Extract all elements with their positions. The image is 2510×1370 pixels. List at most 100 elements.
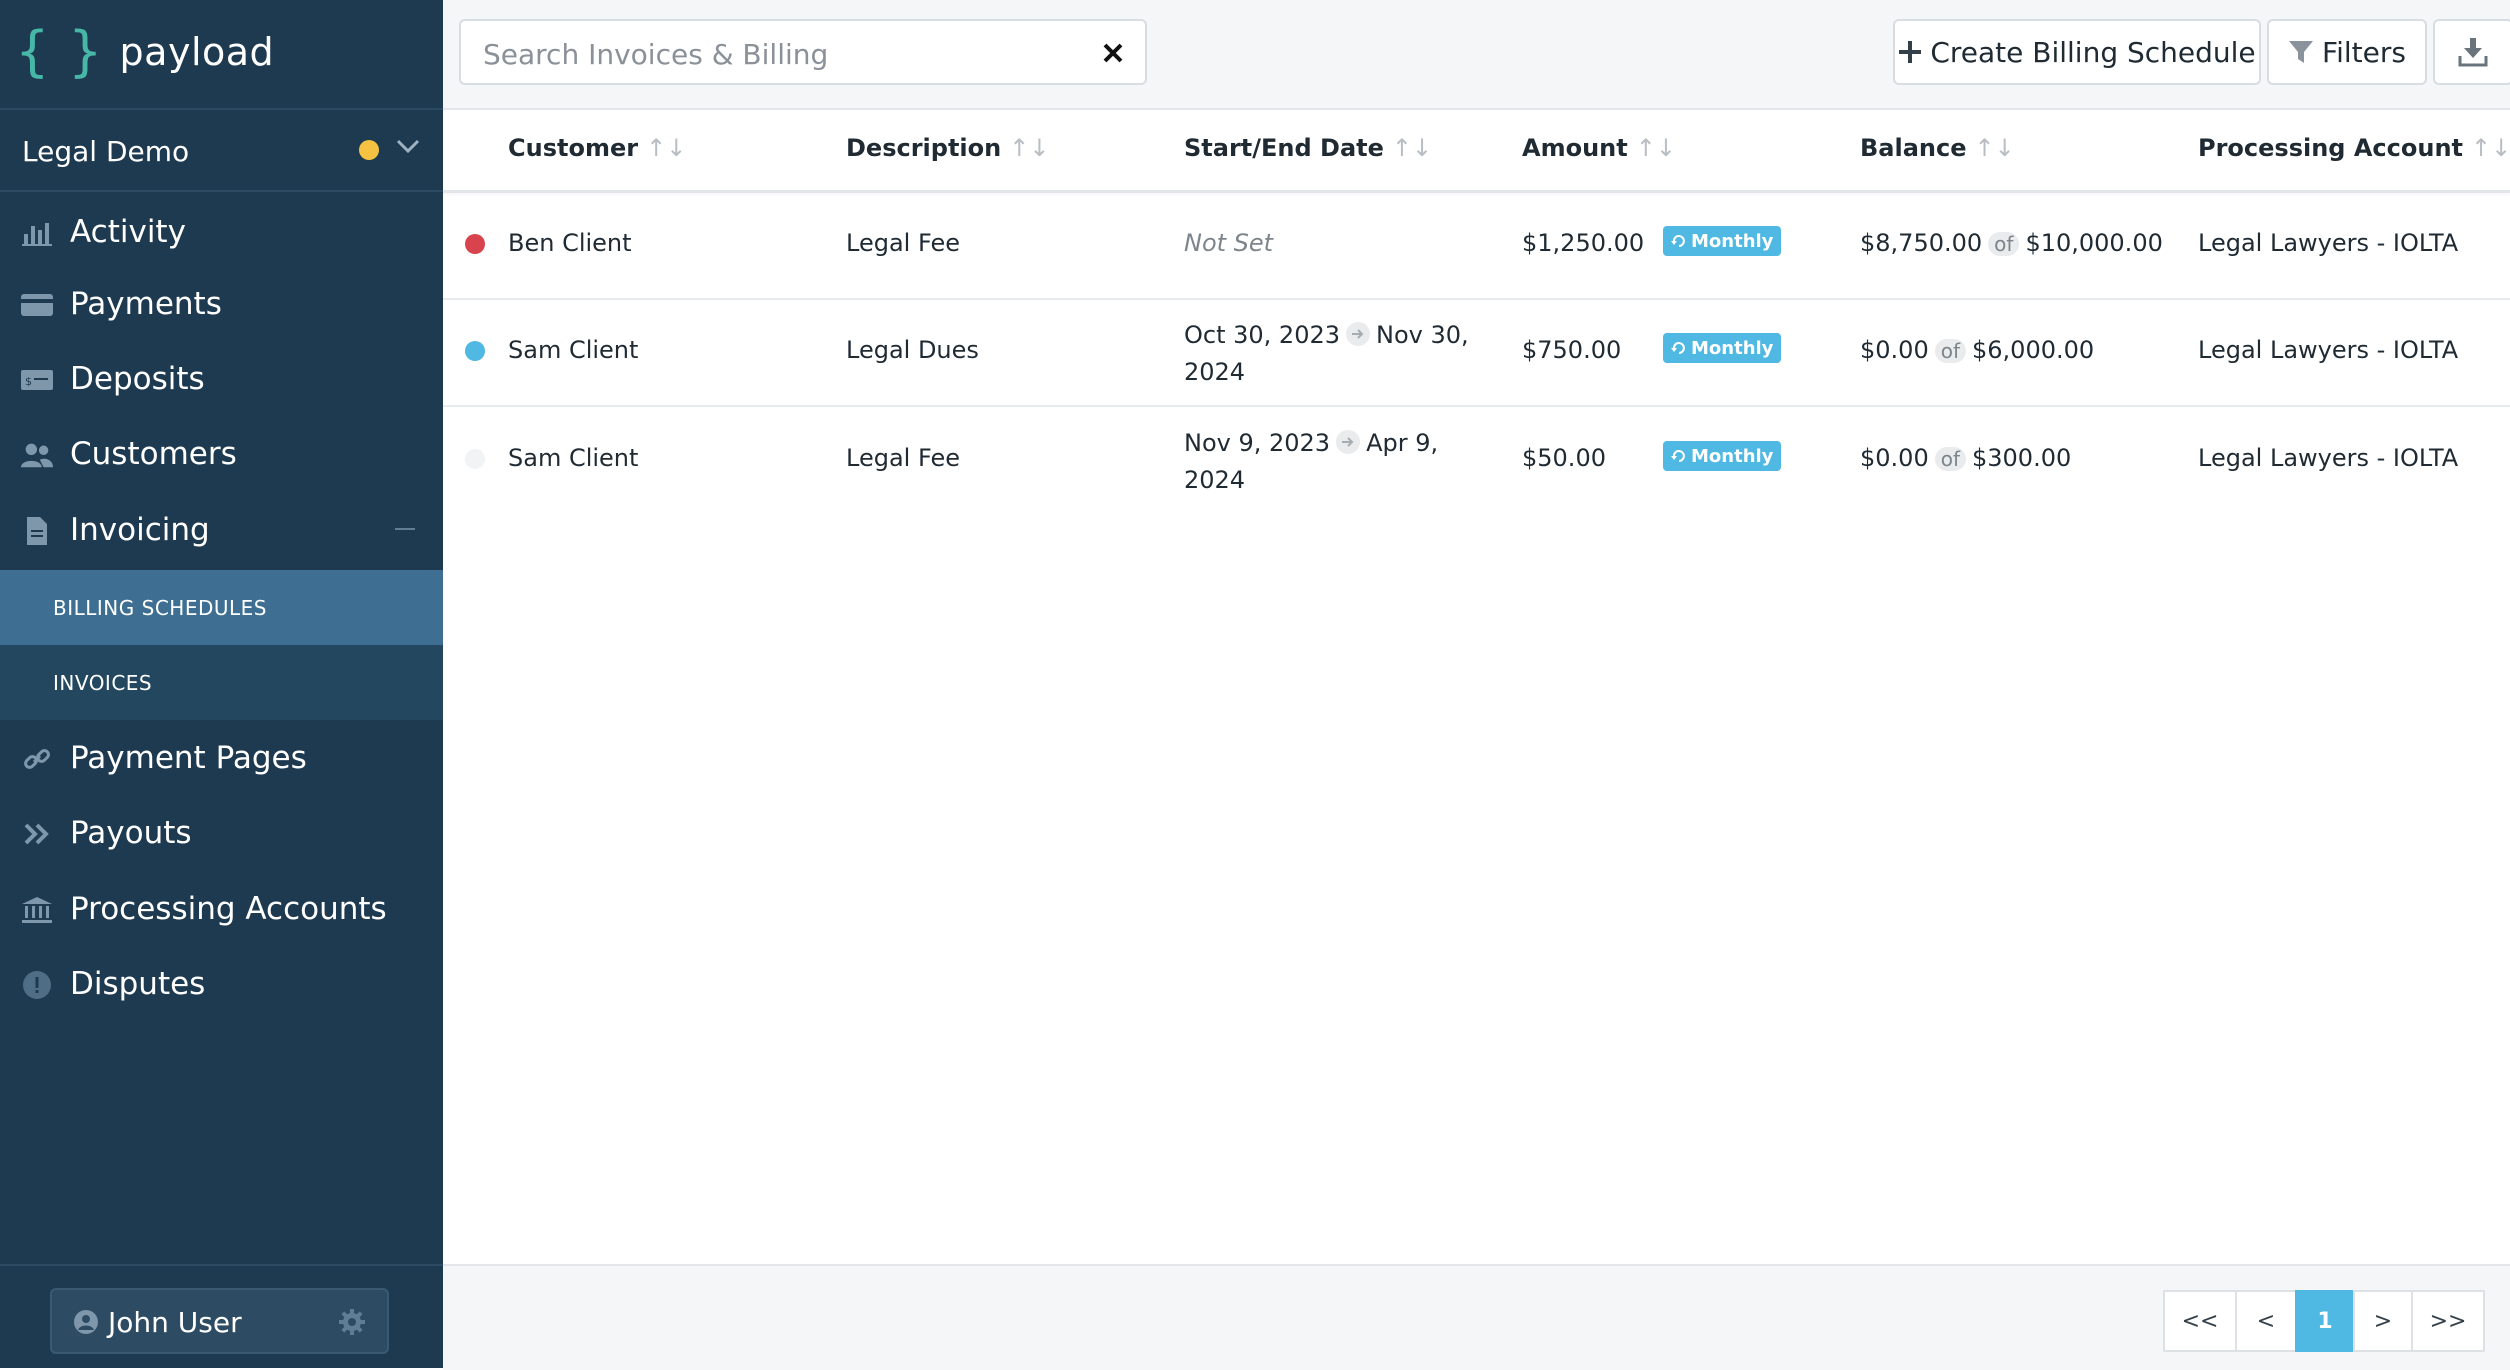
gear-icon[interactable]	[338, 1308, 366, 1336]
sidebar-item-label: Invoicing	[70, 512, 210, 548]
divider	[0, 108, 443, 110]
cell-customer: Ben Client	[508, 229, 632, 257]
sidebar-item-label: Payouts	[70, 815, 192, 851]
sidebar-item-payouts[interactable]: Payouts	[0, 797, 443, 869]
end-date: Nov 30,	[1376, 321, 1469, 349]
column-header-customer[interactable]: Customer ↑↓	[508, 134, 686, 162]
page-1-button[interactable]: 1	[2295, 1290, 2355, 1352]
sidebar-item-payments[interactable]: Payments	[0, 268, 443, 340]
of-label: of	[1988, 232, 2020, 256]
repeat-icon	[1671, 450, 1685, 462]
repeat-icon	[1671, 342, 1685, 354]
bank-icon	[20, 895, 54, 925]
cell-amount: $50.00	[1522, 444, 1606, 472]
brand-logo[interactable]: { } payload	[16, 22, 274, 82]
table-row[interactable]: Sam Client Legal Dues Oct 30, 2023 Nov 30…	[443, 299, 2510, 407]
table-header: Customer ↑↓ Description ↑↓ Start/End Date ↑…	[443, 108, 2510, 193]
column-header-amount[interactable]: Amount ↑↓	[1522, 134, 1676, 162]
cell-balance: $0.00 of $300.00	[1860, 444, 2071, 472]
invoicing-submenu: BILLING SCHEDULES INVOICES	[0, 570, 443, 720]
divider	[0, 190, 443, 192]
column-header-label: Amount	[1522, 134, 1628, 162]
double-chevron-icon	[20, 819, 54, 849]
search-input[interactable]	[481, 31, 1085, 77]
sidebar-item-payment-pages[interactable]: Payment Pages	[0, 722, 443, 794]
sort-icon[interactable]: ↑↓	[1009, 134, 1049, 162]
cell-date: Not Set	[1184, 229, 1274, 257]
link-icon	[20, 744, 54, 774]
user-menu[interactable]: John User	[50, 1288, 389, 1354]
last-page-button[interactable]: >>	[2411, 1290, 2485, 1352]
sidebar-footer: John User	[0, 1264, 443, 1368]
frequency-badge: Monthly	[1663, 226, 1782, 256]
badge-label: Monthly	[1691, 230, 1774, 252]
frequency-badge: Monthly	[1663, 333, 1782, 363]
sort-icon[interactable]: ↑↓	[1392, 134, 1432, 162]
sidebar-subitem-invoices[interactable]: INVOICES	[0, 645, 443, 720]
first-page-button[interactable]: <<	[2163, 1290, 2237, 1352]
users-icon	[20, 440, 54, 470]
search-box	[459, 19, 1147, 85]
sidebar-item-activity[interactable]: Activity	[0, 196, 443, 268]
filters-button[interactable]: Filters	[2267, 19, 2427, 85]
export-button[interactable]	[2433, 19, 2510, 85]
sort-icon[interactable]: ↑↓	[1975, 134, 2015, 162]
sidebar-item-invoicing[interactable]: Invoicing	[0, 494, 443, 566]
of-label: of	[1934, 339, 1966, 363]
sort-icon[interactable]: ↑↓	[1636, 134, 1676, 162]
sidebar-item-label: Payment Pages	[70, 740, 307, 776]
brand-braces-icon: { }	[16, 20, 102, 83]
create-billing-schedule-button[interactable]: Create Billing Schedule	[1893, 19, 2261, 85]
cell-amount: $1,250.00	[1522, 229, 1645, 257]
cell-processing-account: Legal Lawyers - IOLTA	[2198, 336, 2459, 364]
cell-processing-account: Legal Lawyers - IOLTA	[2198, 444, 2459, 472]
balance-value: $8,750.00	[1860, 229, 1983, 257]
column-header-processing-account[interactable]: Processing Account ↑↓	[2198, 134, 2510, 162]
workspace-switcher[interactable]: Legal Demo	[0, 112, 443, 190]
sidebar-item-disputes[interactable]: Disputes	[0, 948, 443, 1020]
end-date-year: 2024	[1184, 466, 1246, 494]
column-header-label: Start/End Date	[1184, 134, 1384, 162]
close-icon[interactable]	[1101, 41, 1125, 65]
credit-card-icon	[20, 290, 54, 320]
start-date: Nov 9, 2023	[1184, 429, 1331, 457]
status-dot	[465, 234, 485, 254]
plus-icon	[1899, 41, 1922, 63]
column-header-description[interactable]: Description ↑↓	[846, 134, 1049, 162]
status-dot	[465, 449, 485, 469]
sidebar-subitem-label: BILLING SCHEDULES	[53, 595, 267, 620]
main-content: Create Billing Schedule Filters Customer…	[443, 0, 2510, 1370]
sort-icon[interactable]: ↑↓	[2471, 134, 2510, 162]
collapse-icon[interactable]	[395, 528, 415, 530]
end-date-year: 2024	[1184, 358, 1246, 386]
balance-total: $6,000.00	[1972, 336, 2095, 364]
table-row[interactable]: Ben Client Legal Fee Not Set $1,250.00 M…	[443, 192, 2510, 300]
sidebar-subitem-label: INVOICES	[53, 670, 153, 695]
sidebar-item-label: Payments	[70, 286, 222, 322]
table-row[interactable]: Sam Client Legal Fee Nov 9, 2023 Apr 9, 20…	[443, 407, 2510, 513]
prev-page-button[interactable]: <	[2235, 1290, 2297, 1352]
deposit-icon: $	[20, 365, 54, 395]
sidebar-item-processing-accounts[interactable]: Processing Accounts	[0, 873, 443, 945]
cell-description: Legal Dues	[846, 336, 979, 364]
column-header-start-end-date[interactable]: Start/End Date ↑↓	[1184, 134, 1432, 162]
filters-button-label: Filters	[2322, 35, 2406, 69]
chevron-down-icon[interactable]	[394, 132, 422, 160]
cell-balance: $8,750.00 of $10,000.00	[1860, 229, 2163, 257]
next-page-button[interactable]: >	[2353, 1290, 2413, 1352]
balance-value: $0.00	[1860, 336, 1929, 364]
sidebar-item-deposits[interactable]: $ Deposits	[0, 343, 443, 415]
sidebar-subitem-billing-schedules[interactable]: BILLING SCHEDULES	[0, 570, 443, 645]
cell-date: Nov 9, 2023 Apr 9, 2024	[1184, 425, 1438, 499]
sidebar-item-customers[interactable]: Customers	[0, 418, 443, 490]
sidebar-item-label: Activity	[70, 214, 186, 250]
table-footer: << < 1 > >>	[443, 1264, 2510, 1370]
column-header-label: Balance	[1860, 134, 1967, 162]
repeat-icon	[1671, 235, 1685, 247]
column-header-balance[interactable]: Balance ↑↓	[1860, 134, 2015, 162]
sort-icon[interactable]: ↑↓	[646, 134, 686, 162]
arrow-right-icon	[1346, 322, 1370, 346]
balance-total: $10,000.00	[2025, 229, 2163, 257]
sidebar-item-label: Customers	[70, 436, 237, 472]
frequency-badge: Monthly	[1663, 441, 1782, 471]
